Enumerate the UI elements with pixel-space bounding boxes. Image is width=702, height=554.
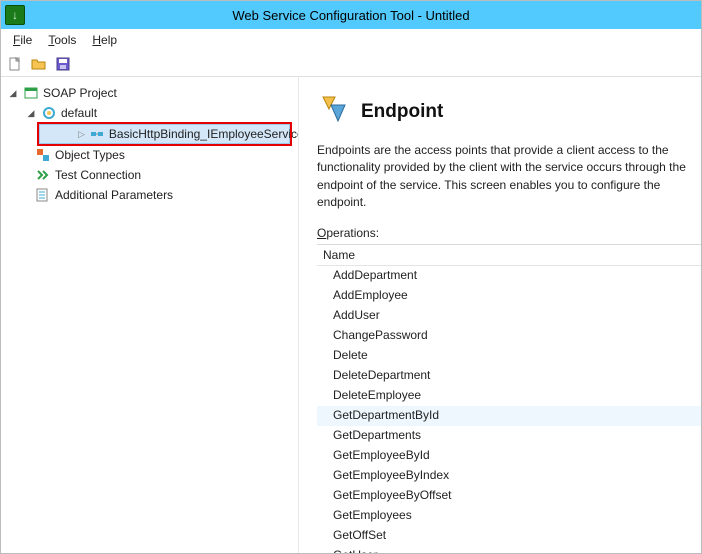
expander-spacer <box>19 149 31 161</box>
operation-row[interactable]: GetEmployeeById <box>317 446 701 466</box>
soap-project-icon <box>23 85 39 101</box>
tree-root-soap-project[interactable]: ◢ SOAP Project <box>5 83 294 103</box>
tree-node-default[interactable]: ◢ default <box>5 103 294 123</box>
operation-row[interactable]: GetEmployees <box>317 506 701 526</box>
operation-row[interactable]: GetEmployeeByOffset <box>317 486 701 506</box>
detail-header: Endpoint <box>317 93 701 130</box>
title-bar: ↓ Web Service Configuration Tool - Untit… <box>1 1 701 29</box>
new-file-icon <box>7 56 23 72</box>
new-button[interactable] <box>5 54 25 74</box>
operations-label: Operations: <box>317 226 701 240</box>
operation-row[interactable]: GetOffSet <box>317 526 701 546</box>
tree-node-object-types[interactable]: Object Types <box>5 145 294 165</box>
expander-spacer <box>19 169 31 181</box>
open-button[interactable] <box>29 54 49 74</box>
tree-node-test-connection[interactable]: Test Connection <box>5 165 294 185</box>
endpoint-large-icon <box>317 93 351 130</box>
operation-row[interactable]: Delete <box>317 346 701 366</box>
operation-row[interactable]: GetDepartments <box>317 426 701 446</box>
additional-params-icon <box>35 187 51 203</box>
tree-root-label: SOAP Project <box>43 86 117 100</box>
expander-spacer <box>19 189 31 201</box>
menu-help[interactable]: Help <box>84 31 125 49</box>
operation-row[interactable]: DeleteDepartment <box>317 366 701 386</box>
expander-icon[interactable]: ▷ <box>78 128 85 140</box>
detail-panel: Endpoint Endpoints are the access points… <box>299 77 701 553</box>
detail-heading: Endpoint <box>361 101 443 123</box>
toolbar <box>1 51 701 77</box>
menu-file-rest: ile <box>20 33 32 47</box>
expander-icon[interactable]: ◢ <box>7 87 19 99</box>
tree-additional-params-label: Additional Parameters <box>55 188 173 202</box>
operation-row[interactable]: AddUser <box>317 306 701 326</box>
tree-object-types-label: Object Types <box>55 148 125 162</box>
folder-open-icon <box>31 56 47 72</box>
test-connection-icon <box>35 167 51 183</box>
menu-help-rest: elp <box>101 33 117 47</box>
tree-node-additional-params[interactable]: Additional Parameters <box>5 185 294 205</box>
operations-name-header[interactable]: Name <box>317 245 701 266</box>
tree-test-connection-label: Test Connection <box>55 168 141 182</box>
operation-row[interactable]: DeleteEmployee <box>317 386 701 406</box>
tree-default-label: default <box>61 106 97 120</box>
operation-row[interactable]: GetDepartmentById <box>317 406 701 426</box>
menu-tools-rest: ools <box>54 33 76 47</box>
app-icon: ↓ <box>5 5 25 25</box>
tree-panel: ◢ SOAP Project ◢ default ▷ BasicHttpBind… <box>1 77 299 553</box>
service-icon <box>41 105 57 121</box>
window-title: Web Service Configuration Tool - Untitle… <box>1 8 701 23</box>
operation-row[interactable]: GetUser <box>317 546 701 553</box>
operation-row[interactable]: AddEmployee <box>317 286 701 306</box>
menu-file[interactable]: File <box>5 31 40 49</box>
operations-grid: Name AddDepartmentAddEmployeeAddUserChan… <box>317 244 701 553</box>
operations-list: AddDepartmentAddEmployeeAddUserChangePas… <box>317 266 701 553</box>
operation-row[interactable]: ChangePassword <box>317 326 701 346</box>
save-button[interactable] <box>53 54 73 74</box>
main-area: ◢ SOAP Project ◢ default ▷ BasicHttpBind… <box>1 77 701 553</box>
menu-bar: File Tools Help <box>1 29 701 51</box>
tree-binding-label: BasicHttpBinding_IEmployeeService <box>109 127 299 141</box>
menu-tools[interactable]: Tools <box>40 31 84 49</box>
operation-row[interactable]: GetEmployeeByIndex <box>317 466 701 486</box>
object-types-icon <box>35 147 51 163</box>
save-icon <box>55 56 71 72</box>
expander-icon[interactable]: ◢ <box>25 107 37 119</box>
operation-row[interactable]: AddDepartment <box>317 266 701 286</box>
endpoint-icon <box>89 126 105 142</box>
detail-description: Endpoints are the access points that pro… <box>317 142 701 212</box>
tree-node-binding[interactable]: ▷ BasicHttpBinding_IEmployeeService <box>39 124 290 144</box>
